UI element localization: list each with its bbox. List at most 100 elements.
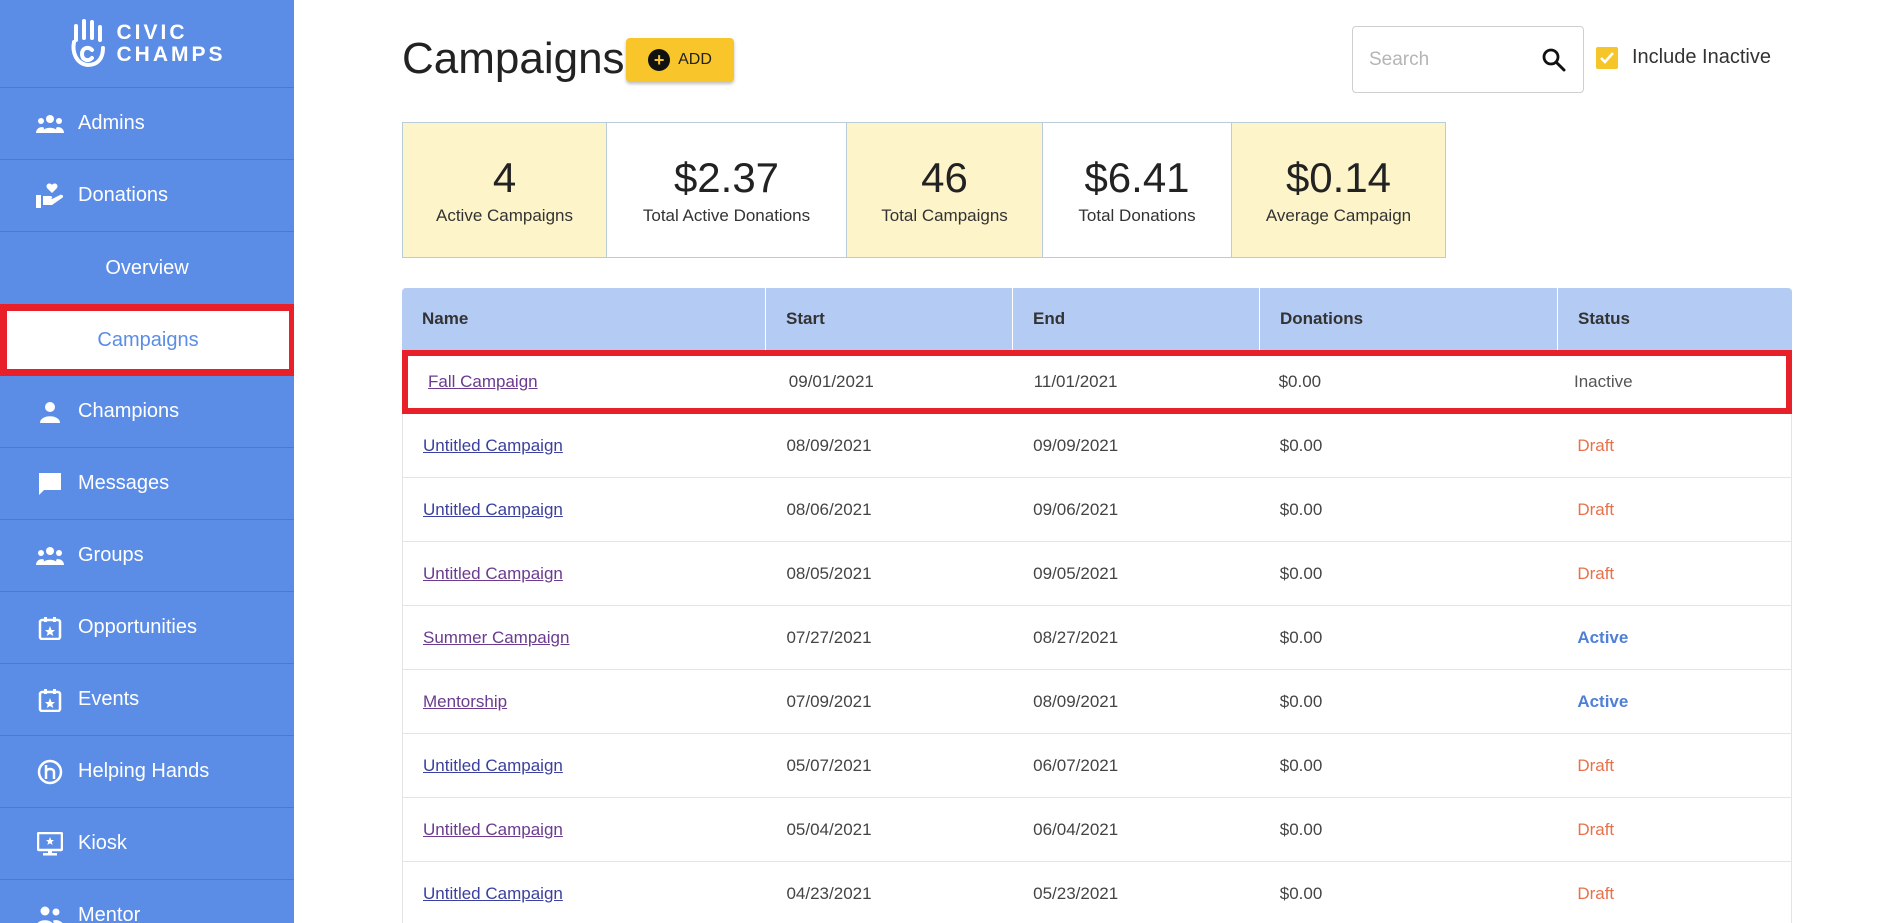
chat-icon xyxy=(36,470,64,498)
table-row[interactable]: Fall Campaign 09/01/2021 11/01/2021 $0.0… xyxy=(402,350,1792,414)
logo[interactable]: CIVIC CHAMPS xyxy=(0,0,294,88)
campaign-link[interactable]: Untitled Campaign xyxy=(423,436,563,456)
helping-hands-icon xyxy=(36,758,64,786)
cell-end: 11/01/2021 xyxy=(1033,372,1118,391)
cell-name: Untitled Campaign xyxy=(403,862,766,923)
campaign-link[interactable]: Untitled Campaign xyxy=(423,756,563,776)
column-header-name[interactable]: Name xyxy=(402,288,766,350)
campaign-link[interactable]: Untitled Campaign xyxy=(423,500,563,520)
stat-active-campaigns: 4 Active Campaigns xyxy=(403,123,607,257)
table-row[interactable]: Untitled Campaign 04/23/2021 05/23/2021 … xyxy=(402,862,1792,923)
cell-donations: $0.00 xyxy=(1279,499,1323,519)
table-row[interactable]: Untitled Campaign 05/04/2021 06/04/2021 … xyxy=(402,798,1792,862)
sidebar-item-messages[interactable]: Messages xyxy=(0,448,294,520)
campaign-link[interactable]: Untitled Campaign xyxy=(423,564,563,584)
stat-average-campaign: $0.14 Average Campaign xyxy=(1232,123,1445,257)
cell-start: 04/23/2021 xyxy=(786,883,872,903)
logo-text: CIVIC CHAMPS xyxy=(116,20,225,66)
cell-name: Untitled Campaign xyxy=(403,542,766,605)
cell-name: Untitled Campaign xyxy=(403,734,766,797)
cell-start: 05/04/2021 xyxy=(786,819,872,839)
cell-start: 08/06/2021 xyxy=(786,499,872,519)
sidebar-item-label: Events xyxy=(78,688,140,710)
checkmark-icon xyxy=(1600,51,1614,64)
campaign-link[interactable]: Untitled Campaign xyxy=(423,820,563,840)
cell-start: 08/05/2021 xyxy=(786,563,872,583)
campaign-link[interactable]: Untitled Campaign xyxy=(423,884,563,904)
sidebar-item-kiosk[interactable]: Kiosk xyxy=(0,808,294,880)
sidebar-item-donations[interactable]: Donations xyxy=(0,160,294,232)
sidebar-item-label: Overview xyxy=(105,256,189,279)
sidebar-item-opportunities[interactable]: Opportunities xyxy=(0,592,294,664)
sidebar-item-overview[interactable]: Overview xyxy=(0,232,294,304)
column-header-end[interactable]: End xyxy=(1013,288,1260,350)
cell-end: 05/23/2021 xyxy=(1033,883,1119,903)
sidebar-item-mentor[interactable]: Mentor xyxy=(0,880,294,923)
cell-status: Draft xyxy=(1577,499,1615,519)
table-row[interactable]: Untitled Campaign 05/07/2021 06/07/2021 … xyxy=(402,734,1792,798)
table-row[interactable]: Untitled Campaign 08/06/2021 09/06/2021 … xyxy=(402,478,1792,542)
sidebar-item-groups[interactable]: Groups xyxy=(0,520,294,592)
column-header-donations[interactable]: Donations xyxy=(1260,288,1558,350)
cell-donations: $0.00 xyxy=(1279,819,1323,839)
column-header-status[interactable]: Status xyxy=(1558,288,1792,350)
add-campaign-button[interactable]: + ADD xyxy=(626,38,734,82)
cell-name: Mentorship xyxy=(403,670,766,733)
plus-circle-icon: + xyxy=(648,49,671,71)
include-inactive-toggle[interactable]: Include Inactive xyxy=(1596,46,1771,69)
sidebar-item-events[interactable]: Events xyxy=(0,664,294,736)
calendar-star-icon xyxy=(36,614,64,642)
cell-name: Untitled Campaign xyxy=(403,414,766,477)
cell-donations: $0.00 xyxy=(1279,435,1323,455)
stat-value: $6.41 xyxy=(1084,154,1190,201)
campaign-link[interactable]: Summer Campaign xyxy=(423,628,569,648)
sidebar-item-helping-hands[interactable]: Helping Hands xyxy=(0,736,294,808)
cell-donations: $0.00 xyxy=(1279,883,1323,903)
cell-name: Untitled Campaign xyxy=(403,478,766,541)
cell-status: Inactive xyxy=(1573,372,1633,391)
stat-total-active-donations: $2.37 Total Active Donations xyxy=(607,123,847,257)
table-row[interactable]: Untitled Campaign 08/05/2021 09/05/2021 … xyxy=(402,542,1792,606)
table-row[interactable]: Untitled Campaign 08/09/2021 09/09/2021 … xyxy=(402,414,1792,478)
logo-line-1: CIVIC xyxy=(116,20,188,44)
stat-total-campaigns: 46 Total Campaigns xyxy=(847,123,1043,257)
cell-donations: $0.00 xyxy=(1279,627,1323,647)
cell-end: 09/05/2021 xyxy=(1033,563,1119,583)
stats-bar: 4 Active Campaigns $2.37 Total Active Do… xyxy=(402,122,1446,258)
sidebar: CIVIC CHAMPS Admins Donations Overview C… xyxy=(0,0,294,923)
sidebar-item-campaigns[interactable]: Campaigns xyxy=(0,304,294,376)
column-header-start[interactable]: Start xyxy=(766,288,1013,350)
campaigns-table: Name Start End Donations Status Fall Cam… xyxy=(402,288,1792,923)
stat-label: Total Donations xyxy=(1078,206,1196,225)
cell-end: 08/09/2021 xyxy=(1033,691,1119,711)
stat-label: Average Campaign xyxy=(1265,206,1412,225)
table-header: Name Start End Donations Status xyxy=(402,288,1792,350)
sidebar-item-label: Groups xyxy=(78,544,144,566)
sidebar-item-label: Champions xyxy=(78,400,180,422)
cell-donations: $0.00 xyxy=(1279,563,1323,583)
include-inactive-label: Include Inactive xyxy=(1632,46,1771,68)
cell-status: Draft xyxy=(1577,435,1615,455)
cell-status: Draft xyxy=(1577,755,1615,775)
sidebar-item-label: Campaigns xyxy=(97,328,199,351)
include-inactive-checkbox[interactable] xyxy=(1596,46,1618,69)
cell-name: Fall Campaign xyxy=(408,356,769,408)
sidebar-item-label: Opportunities xyxy=(78,616,197,638)
cell-name: Untitled Campaign xyxy=(403,798,766,861)
search-input[interactable] xyxy=(1369,48,1529,71)
table-row[interactable]: Summer Campaign 07/27/2021 08/27/2021 $0… xyxy=(402,606,1792,670)
sidebar-item-label: Admins xyxy=(78,112,145,134)
stat-total-donations: $6.41 Total Donations xyxy=(1043,123,1232,257)
cell-status: Draft xyxy=(1577,819,1615,839)
calendar-star-icon xyxy=(36,686,64,714)
sidebar-item-champions[interactable]: Champions xyxy=(0,376,294,448)
sidebar-item-label: Helping Hands xyxy=(78,760,210,782)
sidebar-item-admins[interactable]: Admins xyxy=(0,88,294,160)
cell-name: Summer Campaign xyxy=(403,606,766,669)
stat-value: 46 xyxy=(921,154,968,201)
search-icon[interactable] xyxy=(1541,47,1567,73)
campaign-link[interactable]: Mentorship xyxy=(423,692,507,712)
cell-status: Active xyxy=(1577,691,1629,711)
campaign-link[interactable]: Fall Campaign xyxy=(428,372,538,392)
table-row[interactable]: Mentorship 07/09/2021 08/09/2021 $0.00 A… xyxy=(402,670,1792,734)
